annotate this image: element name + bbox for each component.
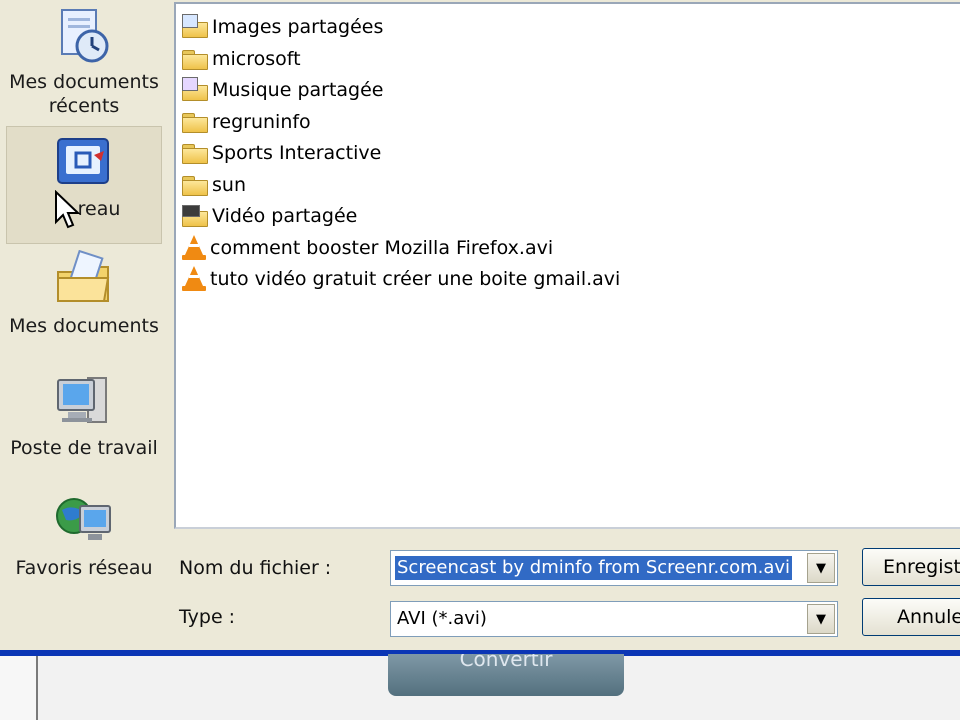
file-name: tuto vidéo gratuit créer une boite gmail… <box>210 268 621 290</box>
place-desktop[interactable]: reau <box>6 126 162 244</box>
vlc-file-icon <box>182 266 206 292</box>
convert-button[interactable]: Convertir <box>388 654 624 696</box>
file-item-microsoft[interactable]: microsoft <box>182 44 301 74</box>
file-item-sports-interactive[interactable]: Sports Interactive <box>182 138 381 168</box>
filename-combo[interactable]: Screencast by dminfo from Screenr.com.av… <box>390 550 838 586</box>
save-button[interactable]: Enregistr <box>862 548 960 586</box>
file-name: microsoft <box>212 48 301 70</box>
file-name: comment booster Mozilla Firefox.avi <box>210 237 554 259</box>
file-item-images-partagees[interactable]: Images partagées <box>182 12 383 42</box>
file-item-musique-partagee[interactable]: Musique partagée <box>182 75 384 105</box>
file-name: Images partagées <box>212 16 384 38</box>
place-recent-documents[interactable]: Mes documents récents <box>6 6 162 122</box>
file-item-sun[interactable]: sun <box>182 170 246 200</box>
network-places-icon <box>54 492 114 552</box>
folder-icon <box>182 143 208 164</box>
my-documents-icon <box>54 249 114 310</box>
file-item-regruninfo[interactable]: regruninfo <box>182 107 311 137</box>
chevron-down-icon[interactable]: ▼ <box>807 604 835 634</box>
file-type-value: AVI (*.avi) <box>397 608 487 629</box>
recent-documents-icon <box>54 6 114 66</box>
file-item-comment-booster[interactable]: comment booster Mozilla Firefox.avi <box>182 233 553 263</box>
desktop-icon <box>54 133 114 193</box>
places-bar: Mes documents récents reau Mes documents <box>0 0 168 650</box>
file-type-select[interactable]: AVI (*.avi) ▼ <box>390 601 838 637</box>
cancel-button[interactable]: Annule <box>862 598 960 636</box>
file-name: Sports Interactive <box>212 142 382 164</box>
shared-video-folder-icon <box>182 204 208 227</box>
file-item-video-partagee[interactable]: Vidéo partagée <box>182 201 357 231</box>
chevron-down-icon[interactable]: ▼ <box>807 553 835 583</box>
my-computer-icon <box>54 372 114 432</box>
shared-pictures-folder-icon <box>182 13 208 38</box>
filename-input[interactable]: Screencast by dminfo from Screenr.com.av… <box>395 556 793 580</box>
mouse-cursor-icon <box>55 190 80 229</box>
file-name: regruninfo <box>212 111 311 133</box>
place-label: Poste de travail <box>10 437 158 459</box>
place-my-documents[interactable]: Mes documents <box>6 249 162 346</box>
folder-icon <box>182 49 208 70</box>
vlc-file-icon <box>182 235 206 261</box>
shared-music-folder-icon <box>182 76 208 101</box>
file-item-tuto-video[interactable]: tuto vidéo gratuit créer une boite gmail… <box>182 264 620 294</box>
place-label: Mes documents <box>9 71 159 93</box>
place-label: Favoris réseau <box>15 557 153 579</box>
folder-icon <box>182 175 208 196</box>
file-list[interactable]: Images partagées microsoft Musique parta… <box>174 2 960 529</box>
file-name: Vidéo partagée <box>212 205 358 227</box>
background-app-sidebar <box>0 656 38 720</box>
place-network[interactable]: Favoris réseau <box>6 492 162 588</box>
type-label: Type : <box>179 606 236 628</box>
file-name: Musique partagée <box>212 79 384 101</box>
place-label-line2: récents <box>48 95 120 117</box>
folder-icon <box>182 112 208 133</box>
place-label: Mes documents <box>9 315 159 337</box>
file-name: sun <box>212 174 246 196</box>
filename-label: Nom du fichier : <box>179 557 332 579</box>
place-my-computer[interactable]: Poste de travail <box>6 372 162 468</box>
